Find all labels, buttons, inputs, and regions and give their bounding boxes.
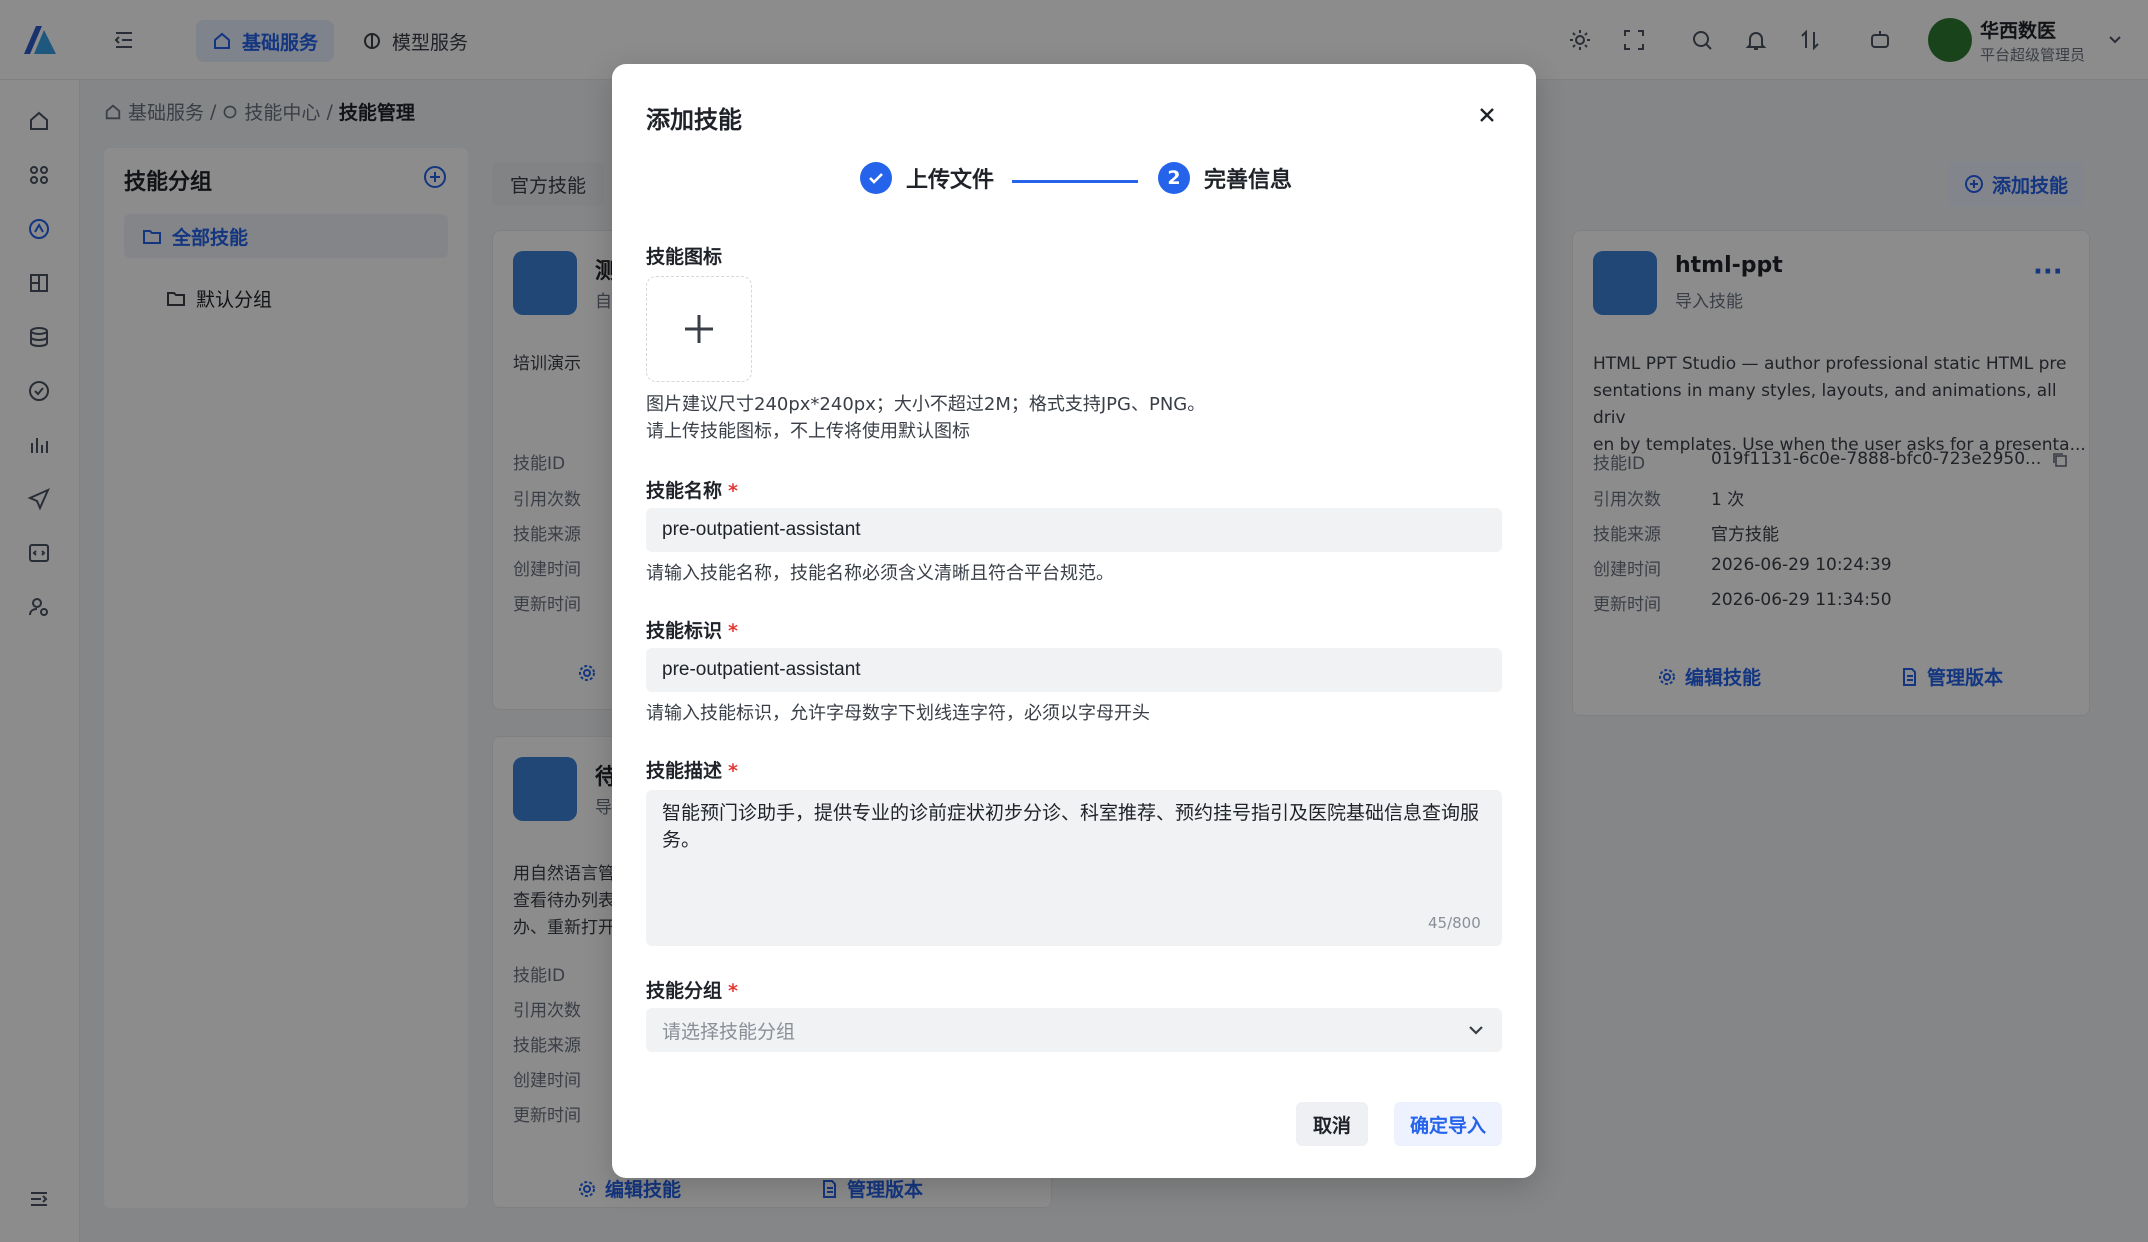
required-mark: * <box>728 760 738 782</box>
step-number: 2 <box>1158 162 1190 194</box>
select-placeholder: 请选择技能分组 <box>662 1020 796 1043</box>
id-hint: 请输入技能标识，允许字母数字下划线连字符，必须以字母开头 <box>646 703 1150 724</box>
plus-icon <box>685 315 713 343</box>
required-mark: * <box>728 620 738 642</box>
step-upload-file: 上传文件 <box>860 162 994 194</box>
skill-identifier-input[interactable] <box>646 648 1502 692</box>
icon-hint-line: 图片建议尺寸240px*240px；大小不超过2M；格式支持JPG、PNG。 <box>646 394 1206 415</box>
icon-uploader[interactable] <box>646 276 752 382</box>
desc-field-label: 技能描述 * <box>646 756 738 783</box>
step-label: 上传文件 <box>906 168 995 193</box>
required-mark: * <box>728 480 738 502</box>
required-mark: * <box>728 980 738 1002</box>
label-text: 技能标识 <box>646 620 723 642</box>
check-icon <box>860 162 892 194</box>
icon-field-label: 技能图标 <box>646 246 723 268</box>
skill-group-select[interactable]: 请选择技能分组 <box>646 1008 1502 1052</box>
close-icon[interactable] <box>1472 100 1502 130</box>
id-field-label: 技能标识 * <box>646 616 738 643</box>
modal-title: 添加技能 <box>646 106 742 134</box>
icon-hint-line: 请上传技能图标，不上传将使用默认图标 <box>646 421 970 442</box>
step-label: 完善信息 <box>1204 168 1293 193</box>
label-text: 技能分组 <box>646 980 723 1002</box>
confirm-import-button[interactable]: 确定导入 <box>1394 1102 1502 1146</box>
name-hint: 请输入技能名称，技能名称必须含义清晰且符合平台规范。 <box>646 563 1114 584</box>
label-text: 技能描述 <box>646 760 723 782</box>
char-counter: 45/800 <box>1428 914 1481 932</box>
cancel-button[interactable]: 取消 <box>1296 1102 1368 1146</box>
skill-name-input[interactable] <box>646 508 1502 552</box>
group-field-label: 技能分组 * <box>646 976 738 1003</box>
label-text: 技能名称 <box>646 480 723 502</box>
step-complete-info: 2 完善信息 <box>1158 162 1292 194</box>
step-connector <box>1012 180 1138 183</box>
add-skill-modal: 添加技能 上传文件 2 完善信息 技能图标 图片建议尺寸240px*240px；… <box>612 64 1536 1178</box>
skill-description-textarea[interactable]: 智能预门诊助手，提供专业的诊前症状初步分诊、科室推荐、预约挂号指引及医院基础信息… <box>646 790 1502 946</box>
chevron-down-icon <box>1469 1026 1483 1035</box>
name-field-label: 技能名称 * <box>646 476 738 503</box>
